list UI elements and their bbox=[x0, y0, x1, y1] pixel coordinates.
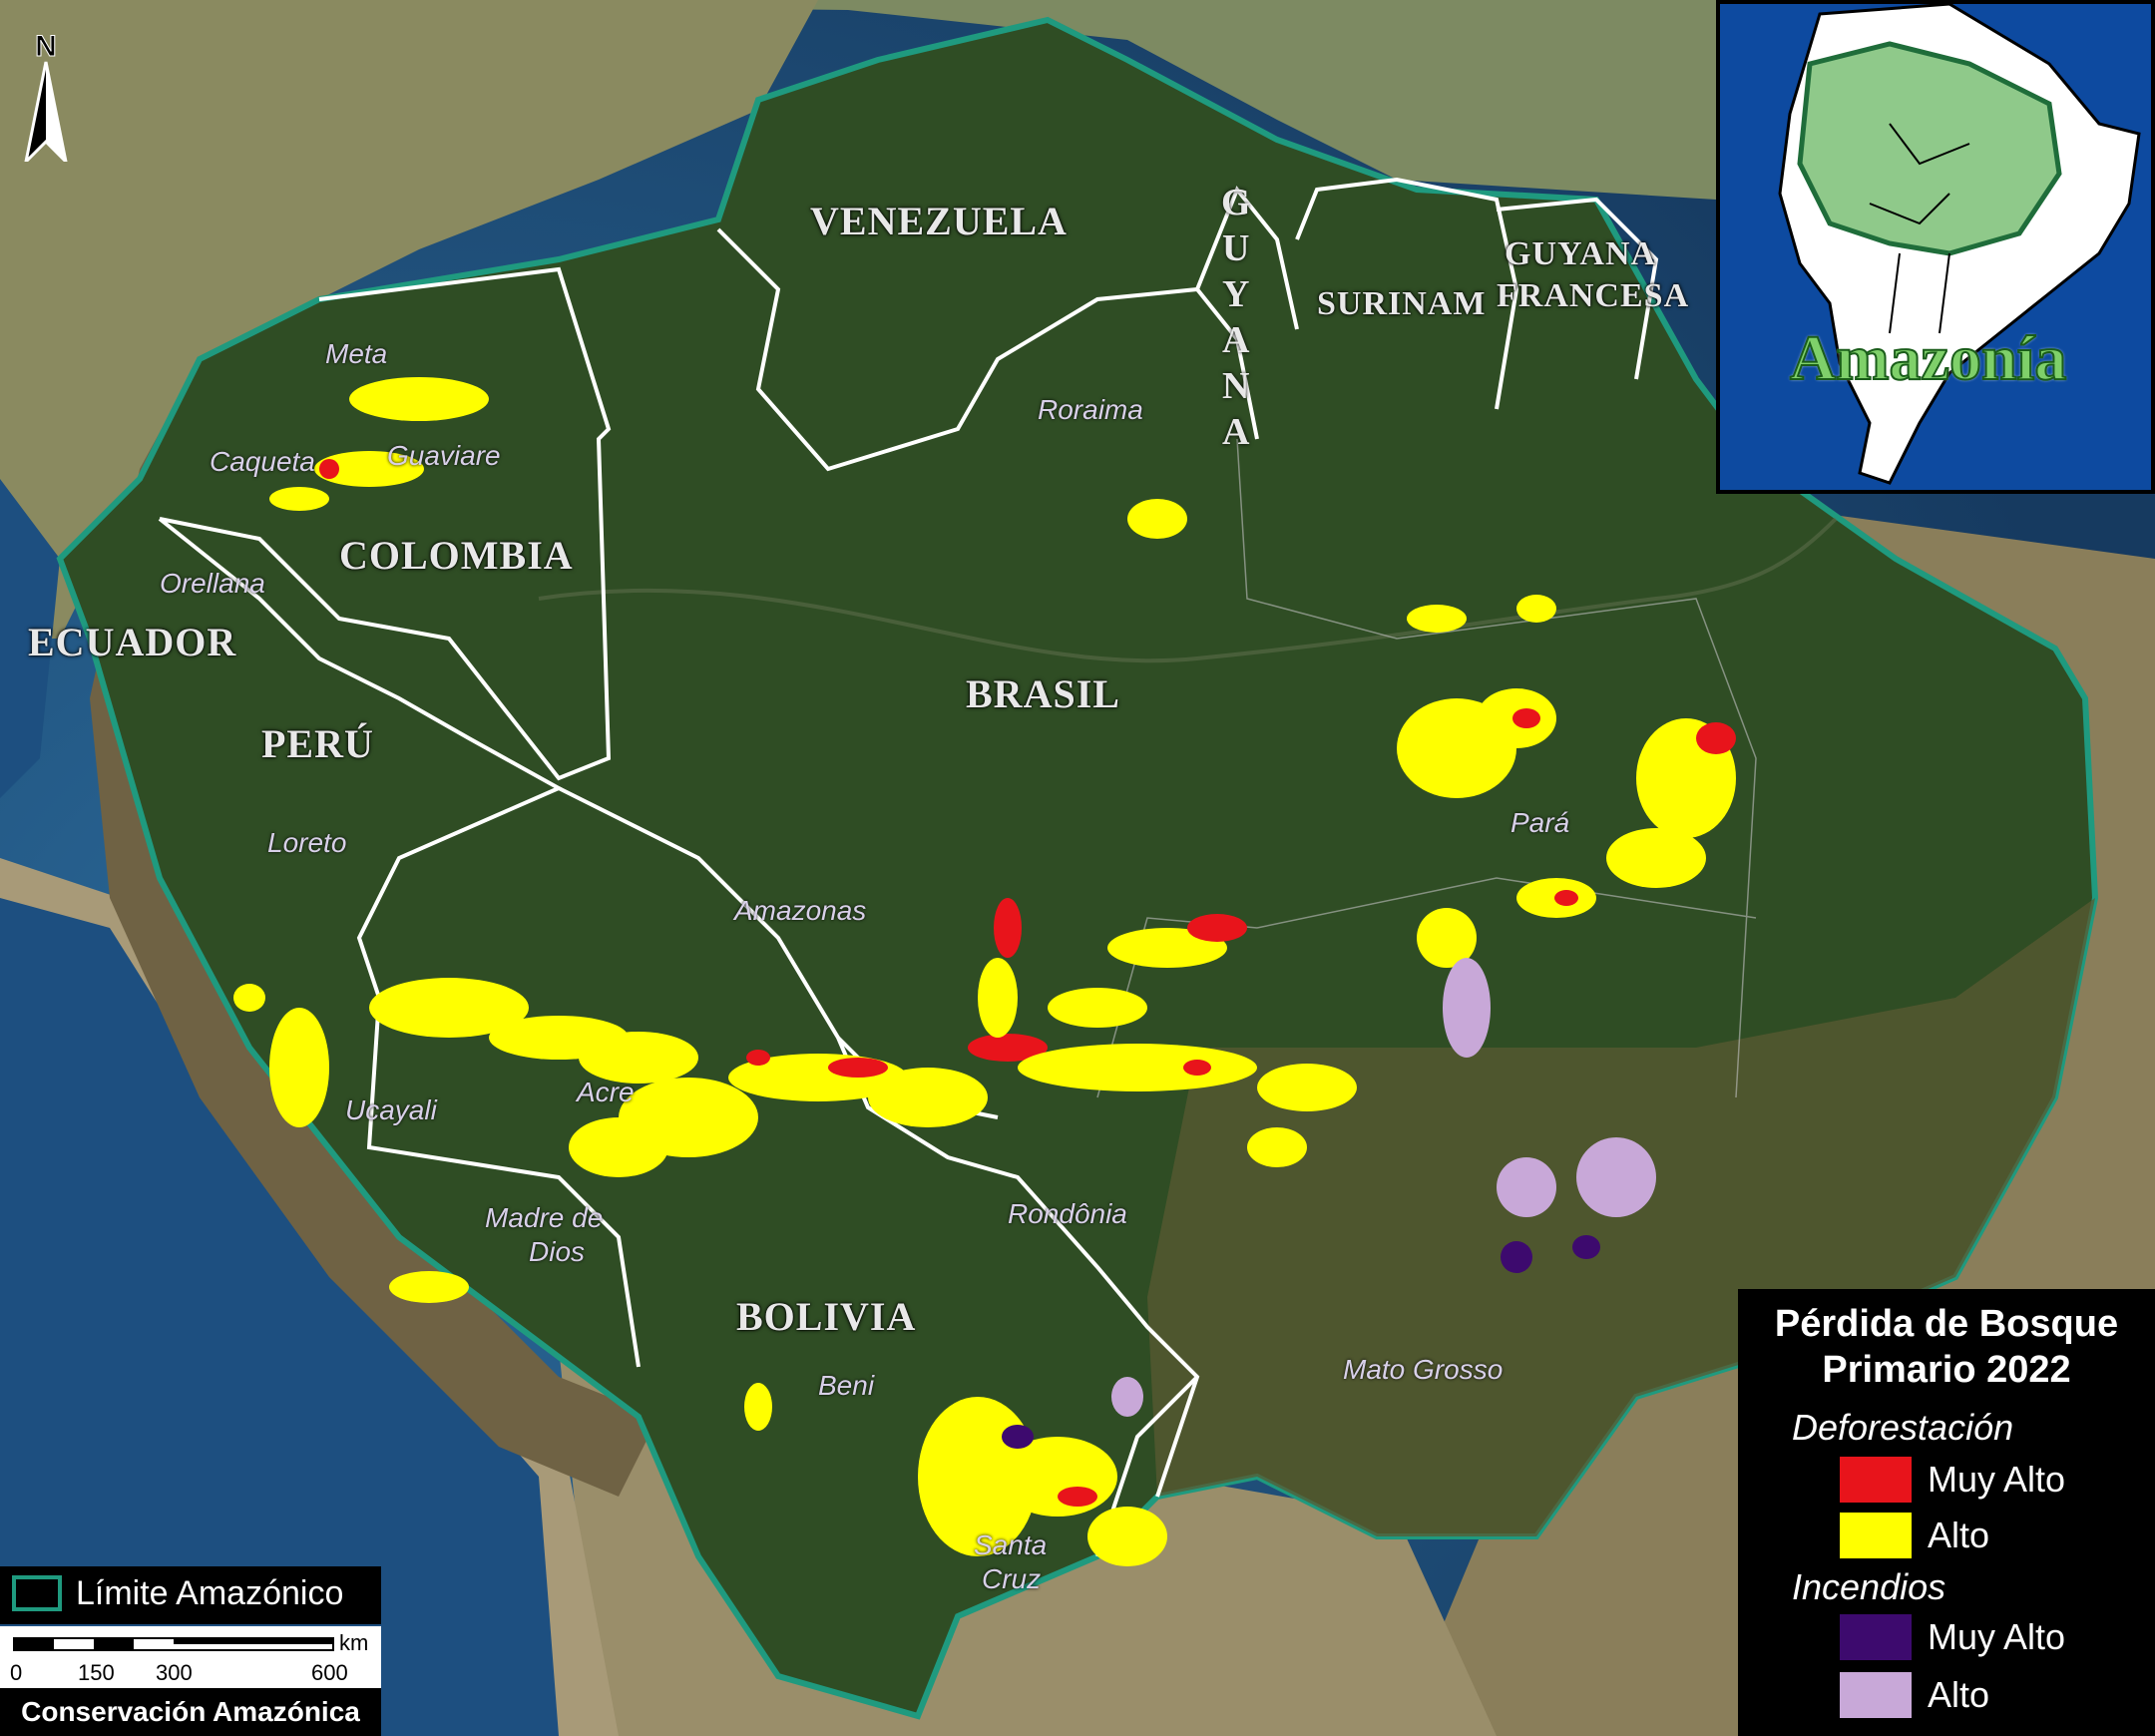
hotspot-blob bbox=[978, 958, 1018, 1038]
legend-label-deforest-high: Alto bbox=[1928, 1515, 1990, 1555]
hotspot-blob bbox=[569, 1117, 668, 1177]
hotspot-blob bbox=[1516, 595, 1556, 623]
region-label-madre-de-dios-1: Madre de bbox=[485, 1202, 604, 1233]
country-label-ecuador: ECUADOR bbox=[28, 620, 237, 664]
hotspot-blob bbox=[994, 898, 1022, 958]
legend-panel: Pérdida de Bosque Primario 2022 Deforest… bbox=[1738, 1289, 2155, 1736]
guyana-letter: Y bbox=[1222, 273, 1250, 315]
legend-fire-heading: Incendios bbox=[1792, 1566, 1946, 1607]
inset-title: Amazonía bbox=[1789, 321, 2067, 394]
country-label-colombia: COLOMBIA bbox=[339, 533, 574, 578]
hotspot-blob bbox=[1501, 1241, 1532, 1273]
amazon-limit-label: Límite Amazónico bbox=[76, 1574, 344, 1612]
legend-swatch-deforest-very-high bbox=[1840, 1457, 1912, 1503]
region-label-para: Pará bbox=[1510, 807, 1570, 838]
region-label-caqueta: Caqueta bbox=[210, 446, 315, 477]
credit: Conservación Amazónica bbox=[0, 1688, 381, 1736]
inset-map: Amazonía bbox=[1716, 0, 2155, 494]
scale-bar-graphic: km 0 150 300 600 bbox=[10, 1630, 368, 1685]
region-label-amazonas: Amazonas bbox=[734, 895, 867, 926]
guyana-letter: A bbox=[1222, 319, 1250, 361]
scale-tick-0: 0 bbox=[10, 1660, 22, 1685]
hotspot-blob bbox=[233, 984, 265, 1012]
hotspot-blob bbox=[1247, 1127, 1307, 1167]
hotspot-blob bbox=[1407, 605, 1467, 633]
hotspot-blob bbox=[1087, 1507, 1167, 1566]
region-label-roraima: Roraima bbox=[1038, 394, 1143, 425]
legend-label-deforest-very-high: Muy Alto bbox=[1928, 1459, 2066, 1500]
hotspot-blob bbox=[1572, 1235, 1600, 1259]
hotspot-blob bbox=[389, 1271, 469, 1303]
legend-label-fire-high: Alto bbox=[1928, 1674, 1990, 1715]
legend-title-line2: Primario 2022 bbox=[1822, 1349, 2071, 1391]
region-label-guaviare: Guaviare bbox=[387, 440, 501, 471]
guyana-letter: U bbox=[1222, 227, 1250, 269]
hotspot-blob bbox=[269, 487, 329, 511]
country-label-guyana-francesa-1: GUYANA bbox=[1505, 235, 1657, 272]
region-label-meta: Meta bbox=[325, 338, 388, 369]
region-label-rondonia: Rondônia bbox=[1008, 1198, 1127, 1229]
hotspot-blob bbox=[1606, 828, 1706, 888]
region-label-loreto: Loreto bbox=[267, 827, 347, 858]
region-label-mato-grosso: Mato Grosso bbox=[1343, 1354, 1504, 1385]
hotspot-blob bbox=[828, 1058, 888, 1078]
inset-south-america bbox=[1778, 4, 2141, 485]
region-label-orellana: Orellana bbox=[160, 568, 265, 599]
hotspot-blob bbox=[319, 459, 339, 479]
hotspot-blob bbox=[1576, 1137, 1656, 1217]
scale-tick-300: 300 bbox=[156, 1660, 193, 1685]
amazon-limit-swatch bbox=[12, 1575, 62, 1611]
country-label-bolivia: BOLIVIA bbox=[736, 1294, 917, 1339]
guyana-letter: A bbox=[1222, 411, 1250, 453]
scale-tick-600: 600 bbox=[311, 1660, 348, 1685]
hotspot-blob bbox=[1183, 1060, 1211, 1076]
legend-label-fire-very-high: Muy Alto bbox=[1928, 1616, 2066, 1657]
region-label-ucayali: Ucayali bbox=[345, 1094, 437, 1125]
country-label-guyana-francesa-2: FRANCESA bbox=[1497, 277, 1690, 314]
region-label-santa-cruz-2: Cruz bbox=[982, 1563, 1042, 1594]
region-label-santa-cruz-1: Santa bbox=[974, 1529, 1048, 1560]
hotspot-blob bbox=[868, 1068, 988, 1127]
country-label-guyana: G U Y A N A bbox=[1221, 180, 1251, 455]
hotspot-blob bbox=[998, 1437, 1117, 1517]
hotspot-blob bbox=[1058, 1487, 1097, 1507]
region-label-beni: Beni bbox=[818, 1370, 875, 1401]
hotspot-blob bbox=[1111, 1377, 1143, 1417]
legend-swatch-fire-high bbox=[1840, 1672, 1912, 1718]
region-label-madre-de-dios-2: Dios bbox=[529, 1236, 586, 1267]
hotspot-blob bbox=[1187, 914, 1247, 942]
hotspot-blob bbox=[1048, 988, 1147, 1028]
hotspot-blob bbox=[1018, 1044, 1257, 1091]
country-label-peru: PERÚ bbox=[261, 721, 374, 766]
scale-unit: km bbox=[339, 1630, 368, 1655]
hotspot-blob bbox=[1497, 1157, 1556, 1217]
legend-swatch-deforest-high bbox=[1840, 1513, 1912, 1558]
hotspot-blob bbox=[746, 1050, 770, 1066]
hotspot-blob bbox=[1512, 708, 1540, 728]
hotspot-blob bbox=[1554, 890, 1578, 906]
country-label-surinam: SURINAM bbox=[1317, 285, 1487, 322]
north-arrow-icon: N bbox=[24, 30, 68, 162]
hotspot-blob bbox=[349, 377, 489, 421]
legend-swatch-fire-very-high bbox=[1840, 1614, 1912, 1660]
guyana-letter: G bbox=[1221, 182, 1251, 223]
hotspot-blob bbox=[1002, 1425, 1034, 1449]
hotspot-blob bbox=[1257, 1064, 1357, 1111]
region-label-acre: Acre bbox=[577, 1077, 635, 1107]
scale-tick-150: 150 bbox=[78, 1660, 115, 1685]
hotspot-blob bbox=[744, 1383, 772, 1431]
hotspot-blob bbox=[1443, 958, 1491, 1058]
country-label-brasil: BRASIL bbox=[966, 671, 1120, 716]
north-label: N bbox=[35, 30, 57, 63]
legend-title-line1: Pérdida de Bosque bbox=[1774, 1303, 2119, 1345]
legend-deforestation-heading: Deforestación bbox=[1792, 1407, 2014, 1448]
country-label-venezuela: VENEZUELA bbox=[810, 199, 1068, 243]
amazon-limit-legend: Límite Amazónico bbox=[0, 1566, 381, 1624]
guyana-letter: N bbox=[1222, 365, 1250, 407]
legend-title: Pérdida de Bosque Primario 2022 bbox=[1738, 1301, 2155, 1393]
hotspot-blob bbox=[1127, 499, 1187, 539]
hotspot-blob bbox=[269, 1008, 329, 1127]
hotspot-blob bbox=[1696, 722, 1736, 754]
